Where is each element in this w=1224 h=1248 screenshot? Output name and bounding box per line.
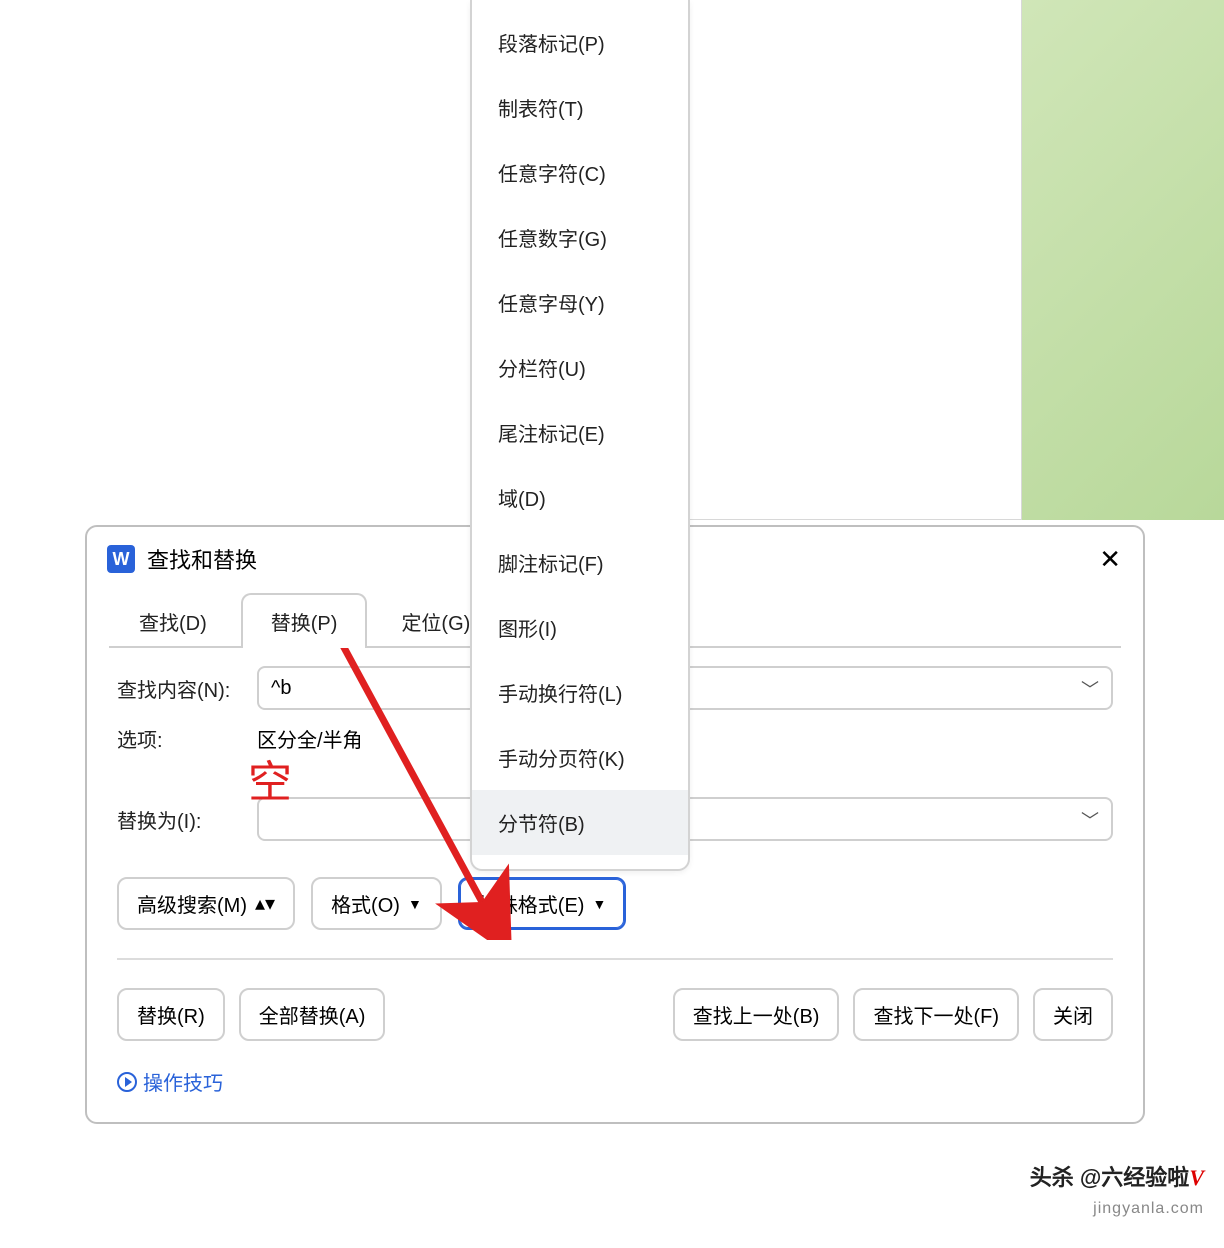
special-format-label: 特殊格式(E) <box>478 889 585 918</box>
app-icon: W <box>107 545 135 573</box>
menu-item[interactable]: 脚注标记(F) <box>472 530 688 595</box>
menu-item[interactable]: 域(D) <box>472 465 688 530</box>
play-icon <box>117 1072 137 1092</box>
updown-icon: ▴▾ <box>255 891 275 916</box>
divider <box>117 958 1113 960</box>
format-label: 格式(O) <box>331 889 400 918</box>
close-button[interactable]: 关闭 <box>1033 988 1113 1041</box>
find-label: 查找内容(N): <box>117 674 257 703</box>
menu-item[interactable]: 分栏符(U) <box>472 335 688 400</box>
menu-item[interactable]: 任意字母(Y) <box>472 270 688 335</box>
replace-all-button[interactable]: 全部替换(A) <box>239 988 386 1041</box>
menu-item[interactable]: 任意字符(C) <box>472 140 688 205</box>
tips-link-label: 操作技巧 <box>143 1067 223 1096</box>
options-label: 选项: <box>117 724 257 753</box>
find-next-button[interactable]: 查找下一处(F) <box>853 988 1019 1041</box>
menu-item[interactable]: 尾注标记(E) <box>472 400 688 465</box>
advanced-search-label: 高级搜索(M) <box>137 889 247 918</box>
watermark-line1: 头杀 @六经验啦V <box>1030 1160 1204 1192</box>
menu-item[interactable]: 图形(I) <box>472 595 688 660</box>
format-button[interactable]: 格式(O) ▼ <box>311 877 442 930</box>
replace-button[interactable]: 替换(R) <box>117 988 225 1041</box>
replace-label: 替换为(I): <box>117 805 257 834</box>
special-format-menu: 段落标记(P)制表符(T)任意字符(C)任意数字(G)任意字母(Y)分栏符(U)… <box>470 0 690 871</box>
tab-find[interactable]: 查找(D) <box>109 593 237 648</box>
advanced-search-button[interactable]: 高级搜索(M) ▴▾ <box>117 877 295 930</box>
close-icon[interactable]: ✕ <box>1099 546 1121 572</box>
chevron-down-icon: ▼ <box>592 896 606 912</box>
find-prev-button[interactable]: 查找上一处(B) <box>673 988 840 1041</box>
options-value: 区分全/半角 <box>257 724 363 753</box>
menu-item[interactable]: 段落标记(P) <box>472 10 688 75</box>
chevron-down-icon: ▼ <box>408 896 422 912</box>
menu-item[interactable]: 手动分页符(K) <box>472 725 688 790</box>
menu-item[interactable]: 分节符(B) <box>472 790 688 855</box>
watermark-line2: jingyanla.com <box>1093 1200 1204 1218</box>
dialog-title: 查找和替换 <box>147 543 257 575</box>
menu-item[interactable]: 手动换行符(L) <box>472 660 688 725</box>
tips-link[interactable]: 操作技巧 <box>117 1067 223 1096</box>
menu-item[interactable]: 制表符(T) <box>472 75 688 140</box>
tab-replace[interactable]: 替换(P) <box>241 593 368 648</box>
menu-item[interactable]: 任意数字(G) <box>472 205 688 270</box>
special-format-button[interactable]: 特殊格式(E) ▼ <box>458 877 627 930</box>
